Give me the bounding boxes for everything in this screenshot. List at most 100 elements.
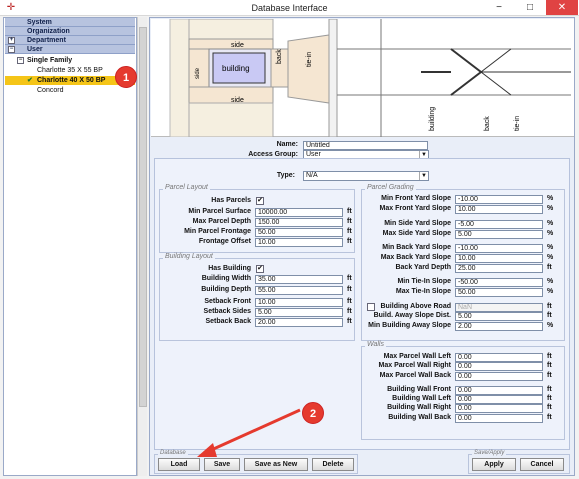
type-select[interactable]: N/A ▼	[303, 171, 429, 181]
walls-label: Building Wall Left	[392, 395, 451, 402]
parcel-layout-input[interactable]: 150.00	[255, 218, 343, 227]
parcel-layout-input[interactable]: 10000.00	[255, 208, 343, 217]
expand-icon[interactable]: +	[8, 37, 15, 44]
minimize-button[interactable]: −	[484, 0, 514, 15]
parcel-grading-label: Min Tie-In Slope	[397, 278, 451, 285]
parcel-layout-input[interactable]: 50.00	[255, 228, 343, 237]
tree-header-department[interactable]: + Department	[5, 36, 135, 45]
unit-label: %	[547, 205, 554, 212]
parcel-grading-label: Min Front Yard Slope	[381, 195, 451, 202]
scrollbar-thumb[interactable]	[139, 27, 147, 407]
annotation-badge-1: 1	[115, 66, 137, 88]
building-layout-input[interactable]: 55.00	[255, 286, 343, 295]
tree-item-label: Charlotte 40 X 50 BP	[37, 77, 106, 84]
parcel-layout-label: Max Parcel Depth	[192, 218, 251, 225]
chevron-down-icon[interactable]: ▼	[419, 172, 428, 180]
parcel-grading-label: Build. Away Slope Dist.	[373, 312, 451, 319]
collapse-icon[interactable]: −	[17, 57, 24, 64]
building-layout-input[interactable]: 35.00	[255, 275, 343, 284]
parcel-grading-input[interactable]: -50.00	[455, 278, 543, 287]
parcel-layout-title: Parcel Layout	[163, 184, 210, 191]
diagram-label-tie-in: tie-in	[306, 52, 313, 67]
cancel-button[interactable]: Cancel	[520, 458, 564, 471]
parcel-layout-input[interactable]: 10.00	[255, 238, 343, 247]
parcel-grading-title: Parcel Grading	[365, 184, 416, 191]
collapse-icon[interactable]: −	[8, 46, 15, 53]
parcel-grading-input[interactable]: 5.00	[455, 230, 543, 239]
delete-button[interactable]: Delete	[312, 458, 354, 471]
walls-title: Walls	[365, 341, 386, 348]
maximize-button[interactable]: □	[514, 0, 546, 15]
unit-label: ft	[347, 228, 352, 235]
unit-label: ft	[547, 386, 552, 393]
parcel-grading-label: Building Above Road	[380, 303, 451, 310]
parcel-grading-input[interactable]: 10.00	[455, 205, 543, 214]
tree-header-user[interactable]: − User	[5, 45, 135, 54]
walls-input[interactable]: 0.00	[455, 386, 543, 395]
walls-input[interactable]: 0.00	[455, 414, 543, 423]
parcel-grading-input[interactable]: NaN	[455, 303, 543, 312]
parcel-grading-input[interactable]: -5.00	[455, 220, 543, 229]
building-layout-title: Building Layout	[163, 253, 215, 260]
building-layout-input[interactable]: 5.00	[255, 308, 343, 317]
parcel-grading-input[interactable]: -10.00	[455, 195, 543, 204]
parcel-grading-input[interactable]: 50.00	[455, 288, 543, 297]
building-layout-label: Building Width	[201, 275, 251, 282]
load-button[interactable]: Load	[158, 458, 200, 471]
walls-input[interactable]: 0.00	[455, 372, 543, 381]
tree-header-organization[interactable]: Organization	[5, 27, 135, 36]
tree-item-concord[interactable]: Concord	[5, 86, 135, 95]
unit-label: %	[547, 322, 554, 329]
diagram-label-building: building	[222, 64, 250, 73]
apply-button[interactable]: Apply	[472, 458, 516, 471]
diagram-label-back: back	[276, 49, 283, 64]
unit-label: ft	[347, 208, 352, 215]
tree-scrollbar[interactable]	[137, 17, 147, 476]
diagram-label-tie-in-vertical: tie-in	[514, 116, 521, 131]
access-group-value: User	[306, 151, 321, 158]
checkbox[interactable]: ✔	[256, 197, 264, 205]
parcel-grading-input[interactable]: -10.00	[455, 244, 543, 253]
unit-label: %	[547, 244, 554, 251]
parcel-grading-input[interactable]: 5.00	[455, 312, 543, 321]
close-button[interactable]: ✕	[546, 0, 578, 15]
walls-input[interactable]: 0.00	[455, 404, 543, 413]
walls-label: Building Wall Right	[387, 404, 451, 411]
unit-label: %	[547, 254, 554, 261]
title-bar: ✛ Database Interface − □ ✕	[0, 0, 579, 16]
unit-label: %	[547, 288, 554, 295]
tree-header-user-label: User	[27, 46, 43, 53]
unit-label: ft	[347, 308, 352, 315]
checkbox[interactable]: ✔	[256, 265, 264, 273]
parcel-grading-input[interactable]: 10.00	[455, 254, 543, 263]
parcel-layout-label: Has Parcels	[211, 197, 251, 204]
unit-label: ft	[547, 353, 552, 360]
database-group-title: Database	[158, 450, 188, 456]
building-above-road-checkbox[interactable]	[367, 303, 375, 311]
parcel-grading-input[interactable]: 25.00	[455, 264, 543, 273]
walls-input[interactable]: 0.00	[455, 353, 543, 362]
tree-item-single-family[interactable]: − Single Family	[5, 56, 135, 65]
walls-input[interactable]: 0.00	[455, 362, 543, 371]
tree-header-system[interactable]: System	[5, 18, 135, 27]
diagram-label-side-bottom: side	[231, 97, 244, 104]
building-layout-label: Setback Front	[204, 298, 251, 305]
walls-input[interactable]: 0.00	[455, 395, 543, 404]
parcel-layout-label: Min Parcel Surface	[188, 208, 251, 215]
unit-label: ft	[347, 238, 352, 245]
parcel-grading-label: Max Tie-In Slope	[395, 288, 451, 295]
tree-panel: System Organization + Department − User …	[3, 17, 137, 476]
unit-label: %	[547, 230, 554, 237]
unit-label: ft	[347, 318, 352, 325]
diagram-label-building-vertical: building	[429, 107, 436, 131]
building-layout-input[interactable]: 20.00	[255, 318, 343, 327]
parcel-grading-label: Max Side Yard Slope	[382, 230, 451, 237]
parcel-grading-label: Min Side Yard Slope	[384, 220, 451, 227]
unit-label: ft	[547, 303, 552, 310]
access-group-label: Access Group:	[248, 151, 298, 158]
annotation-arrow	[197, 408, 301, 457]
parcel-grading-input[interactable]: 2.00	[455, 322, 543, 331]
building-layout-input[interactable]: 10.00	[255, 298, 343, 307]
type-label: Type:	[276, 172, 295, 179]
name-input[interactable]: Untitled	[303, 141, 428, 150]
